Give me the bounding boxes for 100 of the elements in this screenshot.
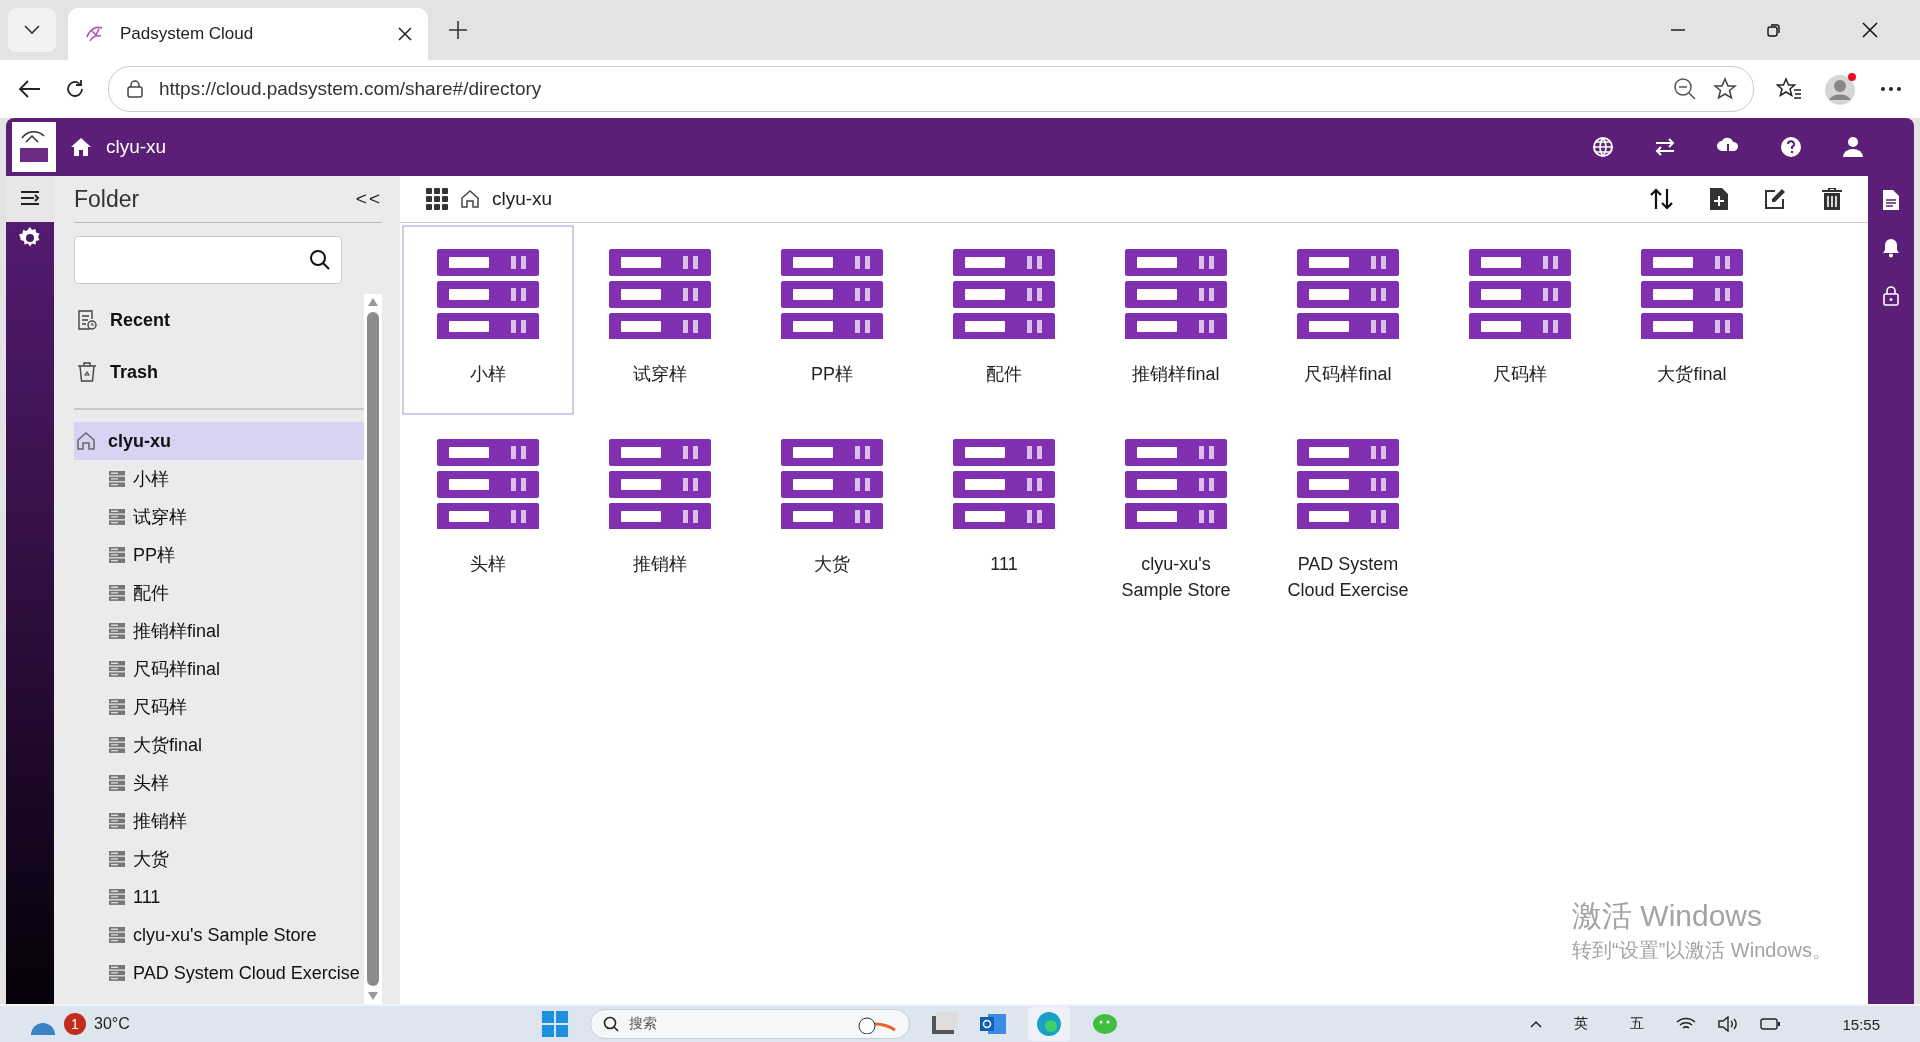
- tree-item[interactable]: 试穿样: [74, 498, 364, 536]
- server-icon: [109, 737, 125, 753]
- caret-icon[interactable]: [1530, 1020, 1543, 1028]
- scroll-down-icon[interactable]: [368, 992, 378, 1000]
- new-tab-icon[interactable]: [448, 20, 468, 40]
- network-icon[interactable]: [1676, 1016, 1697, 1032]
- home-icon: [76, 431, 96, 451]
- reload-icon[interactable]: [64, 78, 86, 100]
- delete-icon[interactable]: [1822, 188, 1842, 210]
- restore-icon[interactable]: [1766, 22, 1782, 38]
- scrollbar[interactable]: [364, 294, 382, 1004]
- globe-icon[interactable]: [1592, 136, 1614, 158]
- tree-item[interactable]: 尺码样: [74, 688, 364, 726]
- tree-item[interactable]: 配件: [74, 574, 364, 612]
- favorites-icon[interactable]: [1776, 77, 1802, 101]
- folder-tile[interactable]: 大货: [746, 415, 918, 605]
- tree-item[interactable]: 大货final: [74, 726, 364, 764]
- search-field[interactable]: [74, 236, 342, 284]
- tree-item[interactable]: PAD System Cloud Exercise: [74, 954, 364, 992]
- scroll-up-icon[interactable]: [368, 298, 378, 306]
- tree-item[interactable]: clyu-xu's Sample Store: [74, 916, 364, 954]
- volume-icon[interactable]: [1718, 1016, 1739, 1032]
- activation-notice: 转到“设置”以激活 Windows。: [1572, 938, 1832, 963]
- tree-item[interactable]: 111: [74, 878, 364, 916]
- document-icon[interactable]: [1883, 190, 1899, 210]
- server-icon: [109, 965, 125, 981]
- input-method-indicator[interactable]: 五: [1630, 1015, 1645, 1033]
- lock-icon[interactable]: [1883, 286, 1899, 306]
- server-icon: [1125, 249, 1227, 339]
- close-icon[interactable]: [398, 27, 412, 41]
- close-icon[interactable]: [1862, 22, 1878, 38]
- folder-name: 配件: [986, 363, 1022, 386]
- folder-tile[interactable]: clyu-xu's Sample Store: [1090, 415, 1262, 605]
- folder-tile[interactable]: PP样: [746, 225, 918, 415]
- user-icon[interactable]: [1842, 136, 1864, 158]
- battery-icon[interactable]: [1760, 1018, 1781, 1030]
- breadcrumb[interactable]: clyu-xu: [492, 188, 553, 210]
- bell-icon[interactable]: [1882, 238, 1900, 258]
- back-icon[interactable]: [18, 79, 42, 99]
- search-icon[interactable]: [309, 249, 331, 271]
- folder-tile[interactable]: 尺码样: [1434, 225, 1606, 415]
- folder-tile[interactable]: 大货final: [1606, 225, 1778, 415]
- server-icon: [1125, 439, 1227, 529]
- folder-tile[interactable]: 111: [918, 415, 1090, 605]
- more-icon[interactable]: [1880, 86, 1902, 92]
- server-icon: [109, 547, 125, 563]
- activation-title: 激活 Windows: [1572, 898, 1764, 934]
- folder-tile[interactable]: PAD System Cloud Exercise: [1262, 415, 1434, 605]
- browser-app-icon[interactable]: [1028, 1007, 1071, 1041]
- tree-item[interactable]: 小样: [74, 460, 364, 498]
- new-file-icon[interactable]: [1710, 188, 1728, 210]
- app-icon[interactable]: [932, 1012, 959, 1036]
- folder-name: 试穿样: [633, 363, 687, 386]
- folder-tile[interactable]: 小样: [402, 225, 574, 415]
- address-field[interactable]: https://cloud.padsystem.com/share#/directory: [108, 66, 1754, 112]
- edit-icon[interactable]: [1764, 188, 1786, 210]
- panel-title: Folder: [74, 185, 140, 213]
- tree-item[interactable]: 头样: [74, 764, 364, 802]
- folder-name: 推销样: [633, 553, 687, 576]
- tree-item[interactable]: 推销样: [74, 802, 364, 840]
- recent-link[interactable]: Recent: [74, 294, 364, 346]
- home-icon[interactable]: [70, 137, 92, 157]
- tree-item[interactable]: clyu-xu: [74, 422, 364, 460]
- collapse-button[interactable]: <<: [355, 188, 382, 210]
- trash-link[interactable]: Trash: [74, 346, 364, 398]
- server-icon: [109, 509, 125, 525]
- start-icon[interactable]: [542, 1011, 569, 1037]
- input-method-indicator[interactable]: 英: [1574, 1015, 1589, 1033]
- home-icon[interactable]: [460, 189, 480, 209]
- star-icon[interactable]: [1713, 77, 1737, 101]
- sort-icon[interactable]: [1650, 188, 1674, 210]
- folder-name: 小样: [470, 363, 506, 386]
- folder-tile[interactable]: 尺码样final: [1262, 225, 1434, 415]
- breadcrumb[interactable]: clyu-xu: [106, 136, 167, 158]
- swap-icon[interactable]: [1654, 137, 1676, 157]
- folder-tile[interactable]: 试穿样: [574, 225, 746, 415]
- help-icon[interactable]: [1780, 136, 1802, 158]
- grid-view-icon[interactable]: [426, 188, 448, 210]
- clock[interactable]: 15:55: [1842, 1015, 1880, 1033]
- temperature[interactable]: 30°C: [94, 1015, 130, 1033]
- tree-item[interactable]: 尺码样final: [74, 650, 364, 688]
- folder-tile[interactable]: 推销样final: [1090, 225, 1262, 415]
- folder-name: PP样: [811, 363, 853, 386]
- tree-item[interactable]: PP样: [74, 536, 364, 574]
- folder-tile[interactable]: 头样: [402, 415, 574, 605]
- tree-item[interactable]: 推销样final: [74, 612, 364, 650]
- lock-icon: [127, 80, 143, 98]
- server-icon: [1469, 249, 1571, 339]
- tree-item[interactable]: 大货: [74, 840, 364, 878]
- folder-tile[interactable]: 配件: [918, 225, 1090, 415]
- folder-tile[interactable]: 推销样: [574, 415, 746, 605]
- folder-name: clyu-xu's Sample Store: [1120, 553, 1232, 602]
- zoom-out-icon[interactable]: [1673, 77, 1697, 101]
- profile-icon[interactable]: [1824, 72, 1858, 106]
- server-icon: [1641, 249, 1743, 339]
- server-icon: [953, 249, 1055, 339]
- browser-tab[interactable]: Padsystem Cloud: [68, 8, 428, 60]
- taskbar-search[interactable]: 搜索: [590, 1009, 911, 1039]
- menu-icon[interactable]: [20, 190, 40, 206]
- mail-app-icon[interactable]: [980, 1012, 1007, 1036]
